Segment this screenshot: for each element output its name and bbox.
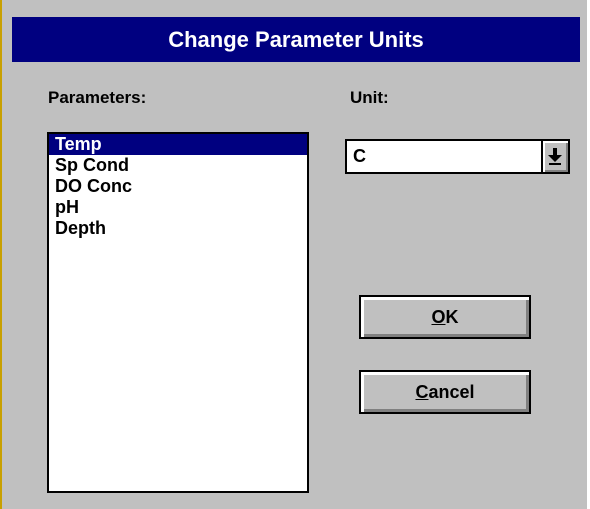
- unit-label: Unit:: [350, 88, 389, 107]
- list-item-sp-cond[interactable]: Sp Cond: [49, 155, 307, 176]
- cancel-label-rest: ancel: [428, 382, 475, 402]
- list-item-temp[interactable]: Temp: [49, 134, 307, 155]
- dialog-title: Change Parameter Units: [12, 17, 580, 62]
- ok-label-rest: K: [445, 307, 459, 327]
- unit-dropdown[interactable]: C: [345, 139, 570, 174]
- list-item-do-conc[interactable]: DO Conc: [49, 176, 307, 197]
- list-item-depth[interactable]: Depth: [49, 218, 307, 239]
- list-item-ph[interactable]: pH: [49, 197, 307, 218]
- parameters-label: Parameters:: [48, 88, 147, 107]
- ok-mnemonic: O: [431, 307, 446, 327]
- cancel-mnemonic: C: [415, 382, 429, 402]
- cancel-button[interactable]: Cancel: [359, 370, 531, 414]
- unit-selected-value: C: [353, 146, 366, 166]
- dropdown-arrow-button[interactable]: [541, 141, 568, 172]
- ok-button[interactable]: OK: [359, 295, 531, 339]
- parameters-listbox[interactable]: Temp Sp Cond DO Conc pH Depth: [47, 132, 309, 493]
- chevron-down-icon: [548, 148, 562, 165]
- change-units-dialog: Change Parameter Units Parameters: Unit:…: [0, 0, 587, 509]
